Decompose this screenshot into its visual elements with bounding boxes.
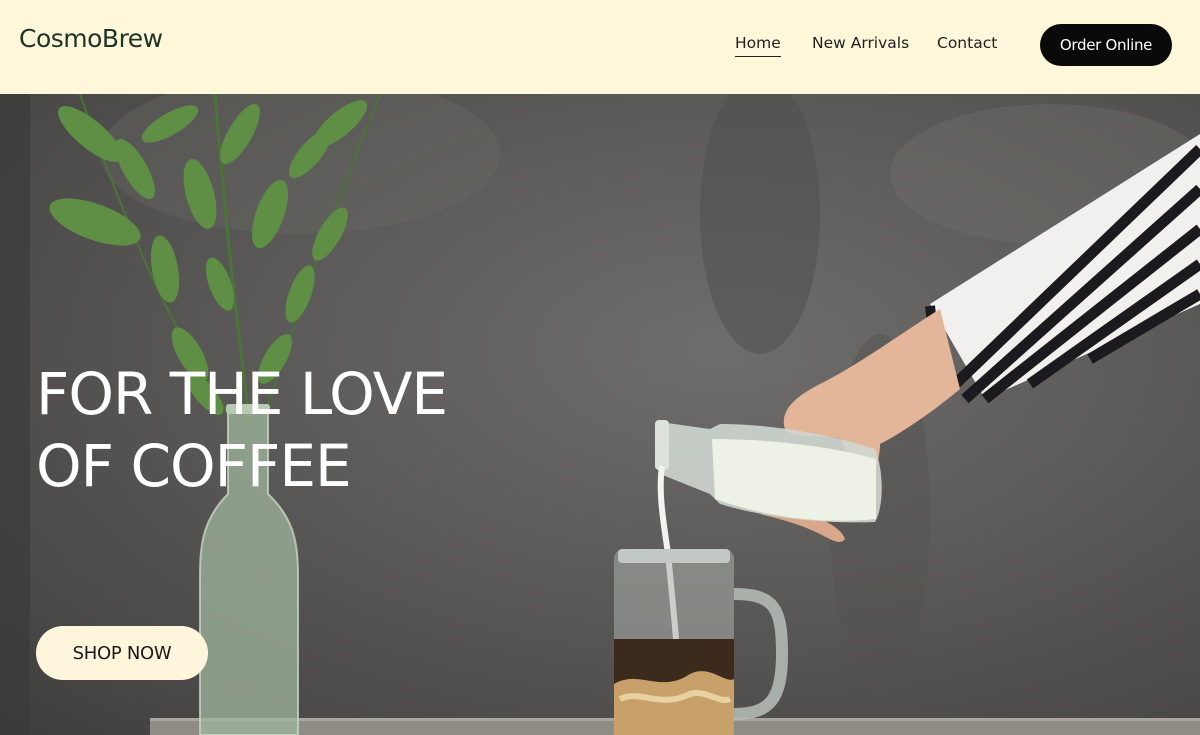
hero-headline-line-1: FOR THE LOVE: [36, 360, 448, 428]
hero-section: FOR THE LOVE OF COFFEE SHOP NOW: [0, 94, 1200, 735]
hero-headline: FOR THE LOVE OF COFFEE: [36, 358, 448, 502]
site-logo[interactable]: CosmoBrew: [19, 24, 163, 53]
order-online-button[interactable]: Order Online: [1040, 24, 1172, 66]
hero-headline-line-2: OF COFFEE: [36, 432, 352, 500]
nav-link-contact[interactable]: Contact: [937, 34, 997, 52]
shop-now-button[interactable]: SHOP NOW: [36, 626, 208, 680]
site-header: CosmoBrew Home New Arrivals Contact Orde…: [0, 0, 1200, 94]
nav-link-new-arrivals[interactable]: New Arrivals: [812, 34, 909, 52]
mason-jar: [614, 549, 789, 735]
nav-link-home[interactable]: Home: [735, 34, 781, 57]
